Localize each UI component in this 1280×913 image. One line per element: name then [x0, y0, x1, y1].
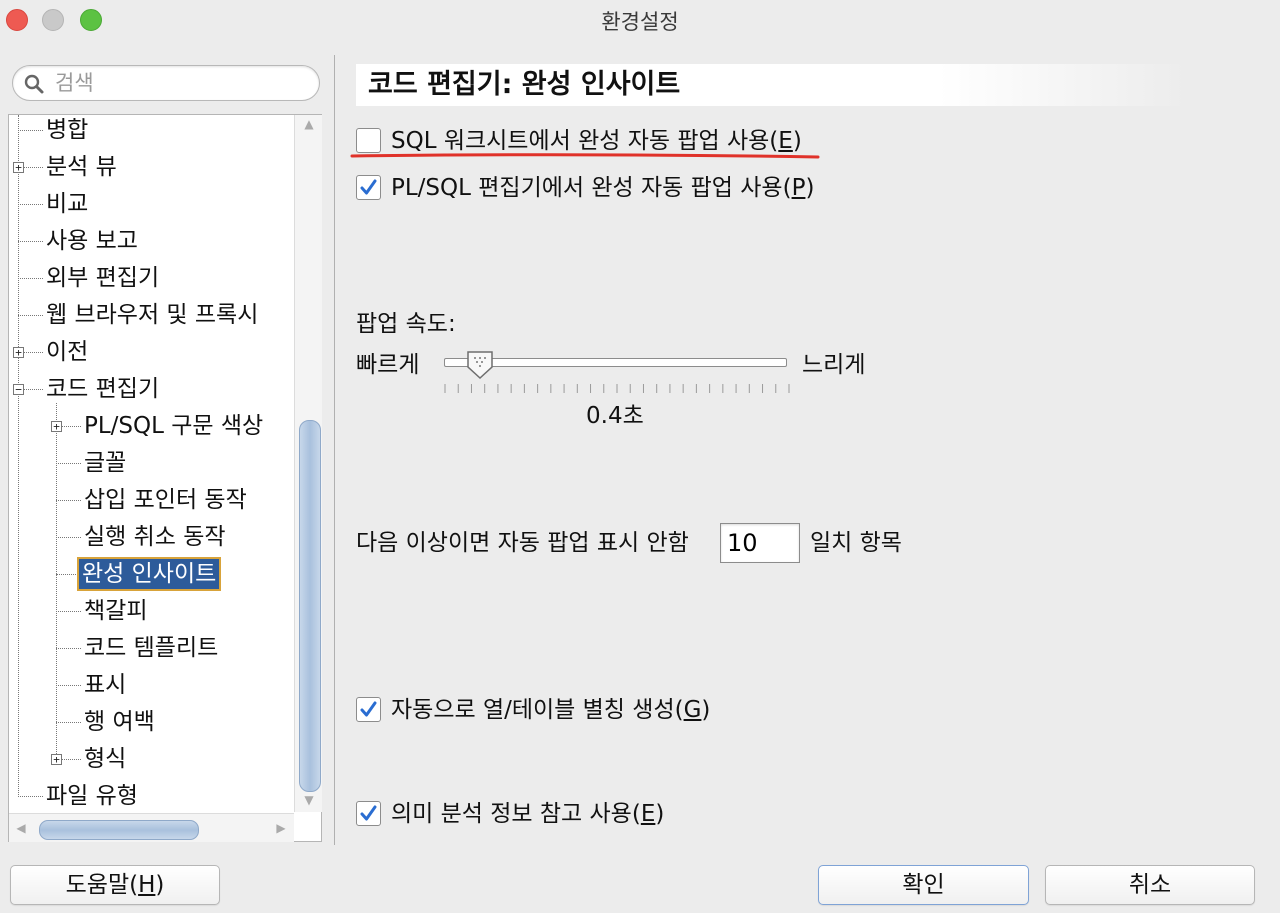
- tree-item-label: 파일 유형: [46, 783, 138, 809]
- tree-item-label: 표시: [84, 672, 127, 698]
- tree-item-label: 실행 취소 동작: [84, 524, 226, 550]
- tree-item-label: 외부 편집기: [46, 265, 160, 291]
- checkbox-label: 의미 분석 정보 참고 사용(E): [391, 801, 665, 827]
- tree-item-label: 코드 편집기: [46, 376, 160, 402]
- popup-speed-value: 0.4초: [586, 403, 644, 429]
- search-input[interactable]: [55, 69, 305, 97]
- tree-item-label: 웹 브라우저 및 프록시: [46, 302, 259, 328]
- tree-item-external-editor[interactable]: 외부 편집기: [9, 261, 299, 295]
- tree-item-label: 책갈피: [84, 598, 148, 624]
- threshold-suffix-label: 일치 항목: [810, 530, 902, 556]
- tree-item-label: 행 여백: [84, 709, 155, 735]
- tree-item-web-browser-proxy[interactable]: 웹 브라우저 및 프록시: [9, 298, 299, 332]
- expand-icon[interactable]: +: [13, 162, 24, 173]
- pane-divider[interactable]: [334, 55, 335, 845]
- preferences-tree: 병합 + 분석 뷰 비교 사용 보고 외부 편집기 웹 브라우저 및 프록시 +…: [8, 114, 322, 842]
- tree-vertical-scrollbar[interactable]: ▲ ▼: [294, 115, 322, 812]
- page-title: 코드 편집기: 완성 인사이트: [356, 64, 1188, 106]
- tree-item-analysis-view[interactable]: + 분석 뷰: [9, 150, 299, 184]
- scroll-left-icon[interactable]: ◀: [11, 821, 31, 835]
- tree-item-code-templates[interactable]: 코드 템플리트: [9, 631, 299, 665]
- tree-item-usage-report[interactable]: 사용 보고: [9, 224, 299, 258]
- search-icon: [24, 74, 44, 94]
- slider-fast-label: 빠르게: [356, 352, 420, 378]
- window-title: 환경설정: [601, 10, 679, 34]
- tree-item-line-gutter[interactable]: 행 여백: [9, 705, 299, 739]
- checkbox-checked[interactable]: [356, 801, 381, 826]
- popup-speed-label: 팝업 속도:: [356, 311, 456, 337]
- tree-item-label: 병합: [46, 117, 89, 143]
- checkmark-icon: [360, 179, 377, 195]
- expand-icon[interactable]: +: [51, 754, 62, 765]
- tree-item-file-types[interactable]: 파일 유형: [9, 779, 299, 813]
- checkmark-icon: [360, 701, 377, 717]
- tree-item-display[interactable]: 표시: [9, 668, 299, 702]
- slider-slow-label: 느리게: [802, 352, 866, 378]
- tree-item-undo-behavior[interactable]: 실행 취소 동작: [9, 520, 299, 554]
- tree-item-label: 형식: [84, 746, 127, 772]
- tree-item-label: 코드 템플리트: [84, 635, 219, 661]
- tree-item-compare[interactable]: 비교: [9, 187, 299, 221]
- vertical-scroll-thumb[interactable]: [299, 420, 321, 792]
- expand-icon[interactable]: +: [13, 347, 24, 358]
- tree-item-bookmarks[interactable]: 책갈피: [9, 594, 299, 628]
- horizontal-scroll-thumb[interactable]: [39, 820, 199, 840]
- slider-thumb[interactable]: [466, 350, 494, 380]
- tree-item-label: 사용 보고: [46, 228, 138, 254]
- tree-item-plsql-syntax-colors[interactable]: + PL/SQL 구문 색상: [9, 409, 299, 443]
- popup-speed-slider[interactable]: [444, 358, 787, 367]
- tree-item-label-selected: 완성 인사이트: [76, 557, 222, 591]
- tree-item-label: 분석 뷰: [46, 154, 117, 180]
- checkbox-checked[interactable]: [356, 175, 381, 200]
- checkbox-unchecked[interactable]: [356, 128, 381, 153]
- checkbox-label: PL/SQL 편집기에서 완성 자동 팝업 사용(P): [391, 175, 815, 201]
- tree-item-label: 글꼴: [84, 450, 127, 476]
- tree-item-format[interactable]: + 형식: [9, 742, 299, 776]
- threshold-input[interactable]: [720, 523, 800, 563]
- scroll-right-icon[interactable]: ▶: [271, 821, 291, 835]
- tree-item-caret-behavior[interactable]: 삽입 포인터 동작: [9, 483, 299, 517]
- checkbox-label: 자동으로 열/테이블 별칭 생성(G): [391, 697, 711, 723]
- tree-item-label: 삽입 포인터 동작: [84, 487, 247, 513]
- tree-item-migration[interactable]: + 이전: [9, 335, 299, 369]
- tree-item-label: PL/SQL 구문 색상: [84, 413, 264, 439]
- tree-item-completion-insight[interactable]: 완성 인사이트: [9, 557, 299, 591]
- ok-button[interactable]: 확인: [818, 865, 1029, 905]
- slider-tick-marks: [444, 384, 790, 393]
- help-button[interactable]: 도움말(H): [10, 865, 220, 905]
- tree-item-label: 이전: [46, 339, 89, 365]
- title-bar: 환경설정: [0, 0, 1280, 40]
- tree-horizontal-scrollbar[interactable]: ◀ ▶: [9, 813, 294, 842]
- cancel-button[interactable]: 취소: [1045, 865, 1255, 905]
- collapse-icon[interactable]: −: [13, 384, 24, 395]
- threshold-prefix-label: 다음 이상이면 자동 팝업 표시 안함: [356, 530, 689, 556]
- tree-item-fonts[interactable]: 글꼴: [9, 446, 299, 480]
- expand-icon[interactable]: +: [51, 421, 62, 432]
- tree-item-merge[interactable]: 병합: [9, 115, 299, 147]
- scroll-up-icon[interactable]: ▲: [299, 117, 319, 131]
- checkbox-checked[interactable]: [356, 697, 381, 722]
- scroll-down-icon[interactable]: ▼: [299, 793, 319, 807]
- red-underline-annotation: [350, 153, 820, 159]
- search-box[interactable]: [12, 65, 320, 101]
- checkmark-icon: [360, 805, 377, 821]
- tree-item-code-editor[interactable]: − 코드 편집기: [9, 372, 299, 406]
- tree-item-label: 비교: [46, 191, 89, 217]
